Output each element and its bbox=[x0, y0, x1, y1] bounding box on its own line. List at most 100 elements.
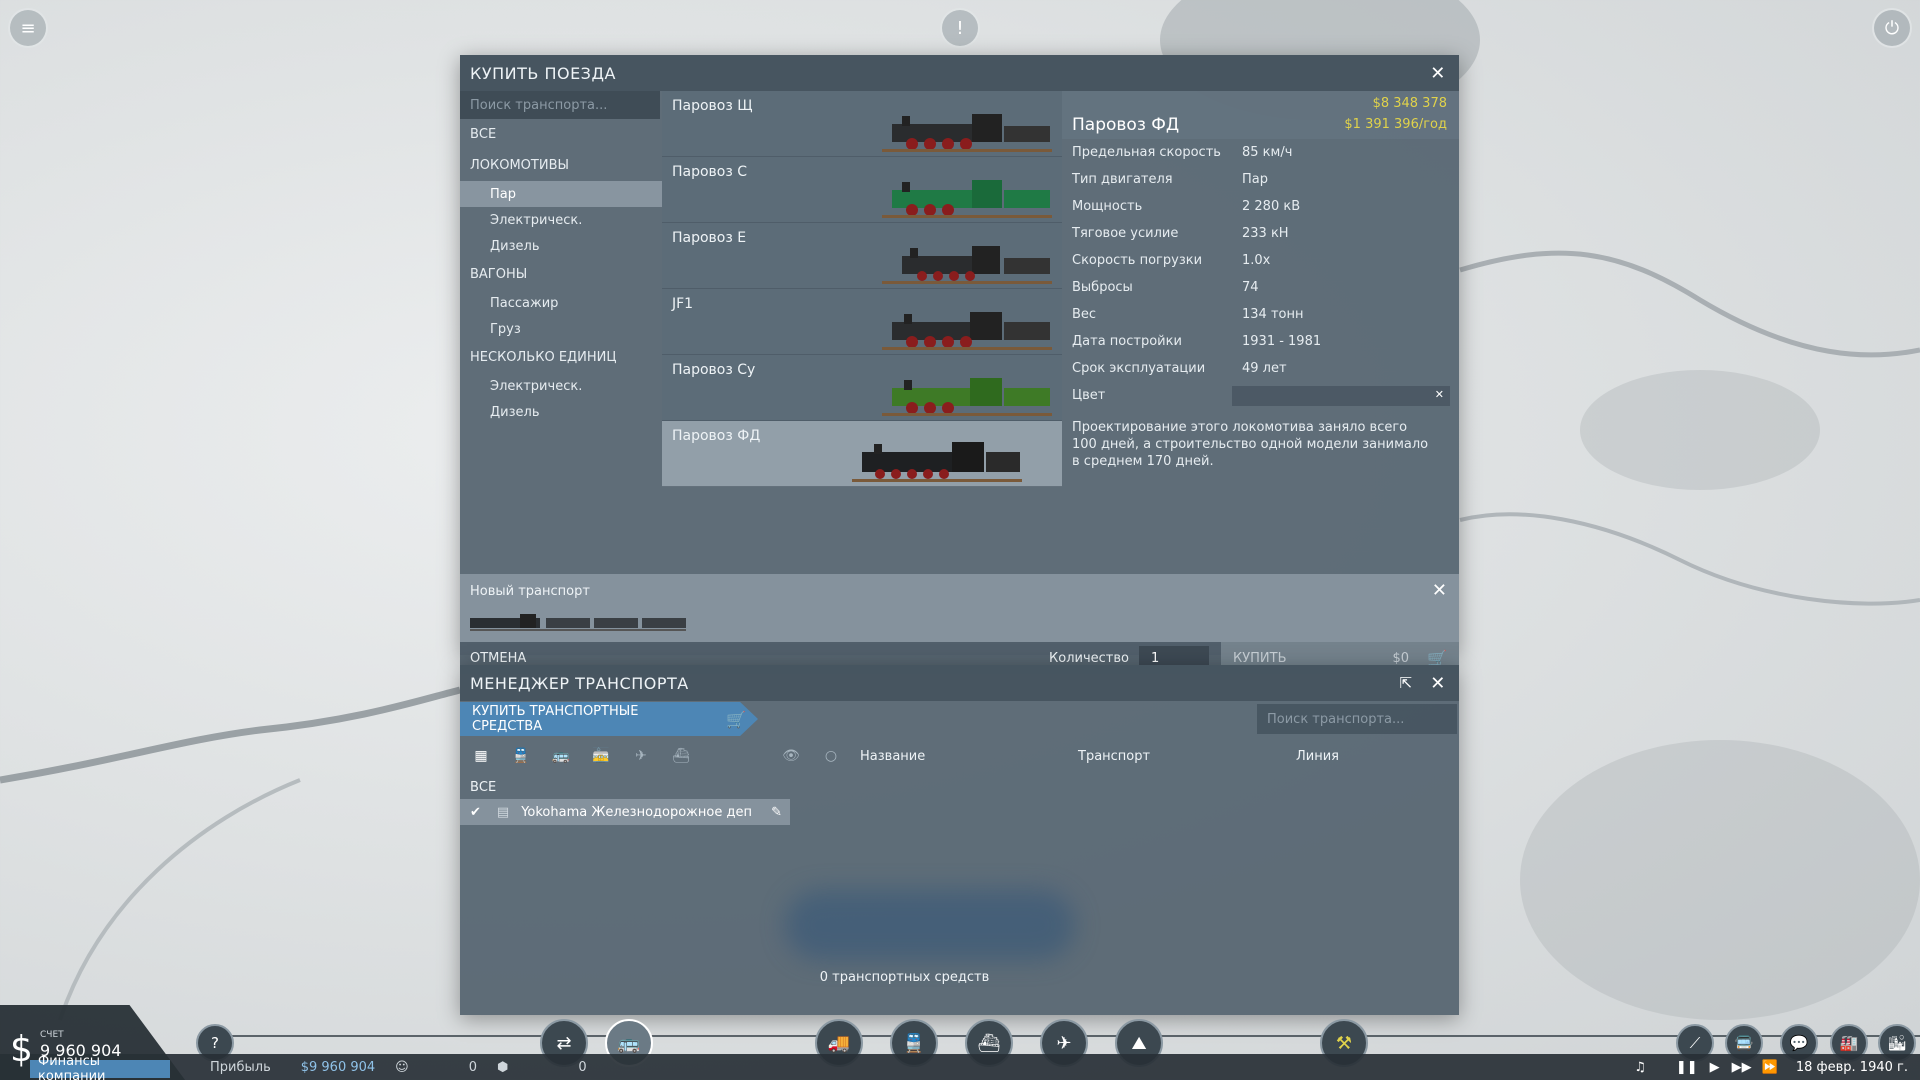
buy-vehicles-label: КУПИТЬ ТРАНСПОРТНЫЕ СРЕДСТВА bbox=[472, 704, 639, 734]
category-mu-electric[interactable]: Электрическ. bbox=[460, 373, 662, 399]
depot-list-item[interactable]: ✔ ▤ Yokohama Железнодорожное деп ✎ bbox=[460, 799, 790, 825]
stat-value: 134 тонн bbox=[1242, 307, 1304, 322]
play-icon[interactable]: ▶ bbox=[1710, 1060, 1720, 1075]
notification-button[interactable]: ! bbox=[940, 8, 980, 48]
stat-label: Срок эксплуатации bbox=[1072, 361, 1206, 376]
vehicle-details: Паровоз ФД $8 348 378 $1 391 396/год Пре… bbox=[1062, 91, 1459, 574]
stat-row: Дата постройки 1931 - 1981 bbox=[1062, 328, 1459, 355]
stat-row: Выбросы 74 bbox=[1062, 274, 1459, 301]
visibility-icon[interactable]: 👁 bbox=[780, 747, 802, 765]
category-list: Поиск транспорта... ВСЕ ЛОКОМОТИВЫ Пар Э… bbox=[460, 91, 662, 574]
tram-filter-icon[interactable]: 🚋 bbox=[590, 747, 612, 765]
model-name: JF1 bbox=[672, 296, 694, 312]
buy-price: $0 bbox=[1392, 650, 1410, 666]
vehicle-description: Проектирование этого локомотива заняло в… bbox=[1072, 420, 1429, 469]
check-icon[interactable]: ✔ bbox=[470, 805, 481, 820]
category-wagons[interactable]: ВАГОНЫ bbox=[460, 259, 662, 290]
stat-row: Предельная скорость 85 км/ч bbox=[1062, 139, 1459, 166]
model-row[interactable]: Паровоз Щ bbox=[662, 91, 1062, 157]
category-loco-electric[interactable]: Электрическ. bbox=[460, 207, 662, 233]
stat-value: 85 км/ч bbox=[1242, 145, 1293, 160]
category-wagon-cargo[interactable]: Груз bbox=[460, 316, 662, 342]
quantity-label: Количество bbox=[1049, 650, 1129, 666]
popout-icon[interactable]: ⇱ bbox=[1395, 672, 1417, 694]
account-label: СЧЕТ bbox=[40, 1030, 64, 1040]
clear-color-icon[interactable]: ✕ bbox=[1435, 388, 1444, 401]
column-vehicle[interactable]: Транспорт bbox=[1078, 749, 1296, 764]
fastest-forward-icon[interactable]: ⏩ bbox=[1762, 1060, 1778, 1075]
model-row[interactable]: JF1 bbox=[662, 289, 1062, 355]
category-mu-diesel[interactable]: Дизель bbox=[460, 399, 662, 425]
train-filter-icon[interactable]: 🚆 bbox=[510, 747, 532, 765]
vehicle-search-input[interactable]: Поиск транспорта... bbox=[460, 91, 660, 119]
water-filter-icon[interactable]: ⛴ bbox=[670, 747, 692, 765]
layers-button[interactable]: ≡ bbox=[8, 8, 48, 48]
buy-trains-window: КУПИТЬ ПОЕЗДА ✕ Поиск транспорта... ВСЕ … bbox=[460, 55, 1459, 674]
color-picker[interactable]: ✕ bbox=[1232, 385, 1450, 406]
profit-label: Прибыль bbox=[210, 1059, 271, 1075]
model-name: Паровоз Е bbox=[672, 230, 747, 246]
model-name: Паровоз ФД bbox=[672, 428, 761, 444]
group-all[interactable]: ВСЕ bbox=[460, 775, 1459, 799]
person-icon: ☺ bbox=[395, 1059, 409, 1075]
stat-value: Пар bbox=[1242, 172, 1268, 187]
stat-label: Выбросы bbox=[1072, 280, 1133, 295]
model-row-selected[interactable]: Паровоз ФД bbox=[662, 421, 1062, 487]
road-filter-icon[interactable]: 🚌 bbox=[550, 747, 572, 765]
pause-icon[interactable]: ❚❚ bbox=[1676, 1060, 1698, 1075]
stat-label: Тяговое усилие bbox=[1072, 226, 1179, 241]
color-label: Цвет bbox=[1072, 388, 1106, 403]
category-wagon-passenger[interactable]: Пассажир bbox=[460, 290, 662, 316]
locomotive-image bbox=[882, 312, 1052, 350]
air-filter-icon[interactable]: ✈ bbox=[630, 747, 652, 765]
cancel-button[interactable]: ОТМЕНА bbox=[460, 651, 526, 666]
buy-trains-titlebar: КУПИТЬ ПОЕЗДА ✕ bbox=[460, 55, 1459, 91]
buy-label: КУПИТЬ bbox=[1233, 650, 1287, 666]
category-multiple-units[interactable]: НЕСКОЛЬКО ЕДИНИЦ bbox=[460, 342, 662, 373]
power-button[interactable]: ⏻ bbox=[1872, 8, 1912, 48]
model-name: Паровоз С bbox=[672, 164, 748, 180]
locomotive-image bbox=[882, 114, 1052, 152]
model-row[interactable]: Паровоз С bbox=[662, 157, 1062, 223]
column-name[interactable]: Название bbox=[860, 749, 1078, 764]
stat-row: Тип двигателя Пар bbox=[1062, 166, 1459, 193]
edit-icon[interactable]: ✎ bbox=[771, 805, 782, 820]
close-icon[interactable]: ✕ bbox=[1432, 580, 1447, 601]
stat-row: Скорость погрузки 1.0x bbox=[1062, 247, 1459, 274]
buy-vehicles-button[interactable]: КУПИТЬ ТРАНСПОРТНЫЕ СРЕДСТВА 🛒 bbox=[460, 702, 758, 736]
category-all[interactable]: ВСЕ bbox=[460, 119, 662, 150]
category-loco-steam[interactable]: Пар bbox=[460, 181, 662, 207]
count-b: 0 bbox=[578, 1059, 587, 1075]
game-date: 18 февр. 1940 г. bbox=[1795, 1059, 1908, 1075]
category-loco-diesel[interactable]: Дизель bbox=[460, 233, 662, 259]
depot-icon: ▤ bbox=[496, 804, 510, 820]
model-row[interactable]: Паровоз Е bbox=[662, 223, 1062, 289]
column-line[interactable]: Линия bbox=[1296, 749, 1339, 764]
train-preview[interactable] bbox=[470, 614, 690, 632]
fast-forward-icon[interactable]: ▶▶ bbox=[1732, 1060, 1752, 1075]
transport-manager-title: МЕНЕДЖЕР ТРАНСПОРТА bbox=[470, 673, 689, 693]
close-icon[interactable]: ✕ bbox=[1427, 62, 1449, 84]
model-row[interactable]: Паровоз Су bbox=[662, 355, 1062, 421]
stat-value: 233 кН bbox=[1242, 226, 1289, 241]
select-all-radio[interactable]: ○ bbox=[820, 747, 842, 765]
stat-label: Тип двигателя bbox=[1072, 172, 1173, 187]
stat-row: Срок эксплуатации 49 лет bbox=[1062, 355, 1459, 382]
stat-label: Вес bbox=[1072, 307, 1097, 322]
locomotive-image bbox=[882, 180, 1052, 218]
locomotive-image bbox=[852, 442, 1022, 482]
company-finances-button[interactable]: Финансы компании bbox=[30, 1054, 170, 1080]
category-locomotives[interactable]: ЛОКОМОТИВЫ bbox=[460, 150, 662, 181]
stat-value: 74 bbox=[1242, 280, 1259, 295]
grid-all-icon[interactable]: ▦ bbox=[470, 747, 492, 765]
locomotive-image bbox=[882, 378, 1052, 416]
transport-search-input[interactable]: Поиск транспорта... bbox=[1257, 704, 1457, 734]
decorative-blur bbox=[785, 890, 1075, 960]
stat-label: Мощность bbox=[1072, 199, 1143, 214]
music-icon[interactable]: ♫ bbox=[1634, 1060, 1646, 1075]
stat-value: 49 лет bbox=[1242, 361, 1287, 376]
close-icon[interactable]: ✕ bbox=[1427, 672, 1449, 694]
filter-row: ▦ 🚆 🚌 🚋 ✈ ⛴ 👁 ○ Название Транспорт Линия bbox=[460, 737, 1459, 775]
locomotive-image bbox=[882, 246, 1052, 284]
stat-label: Скорость погрузки bbox=[1072, 253, 1203, 268]
